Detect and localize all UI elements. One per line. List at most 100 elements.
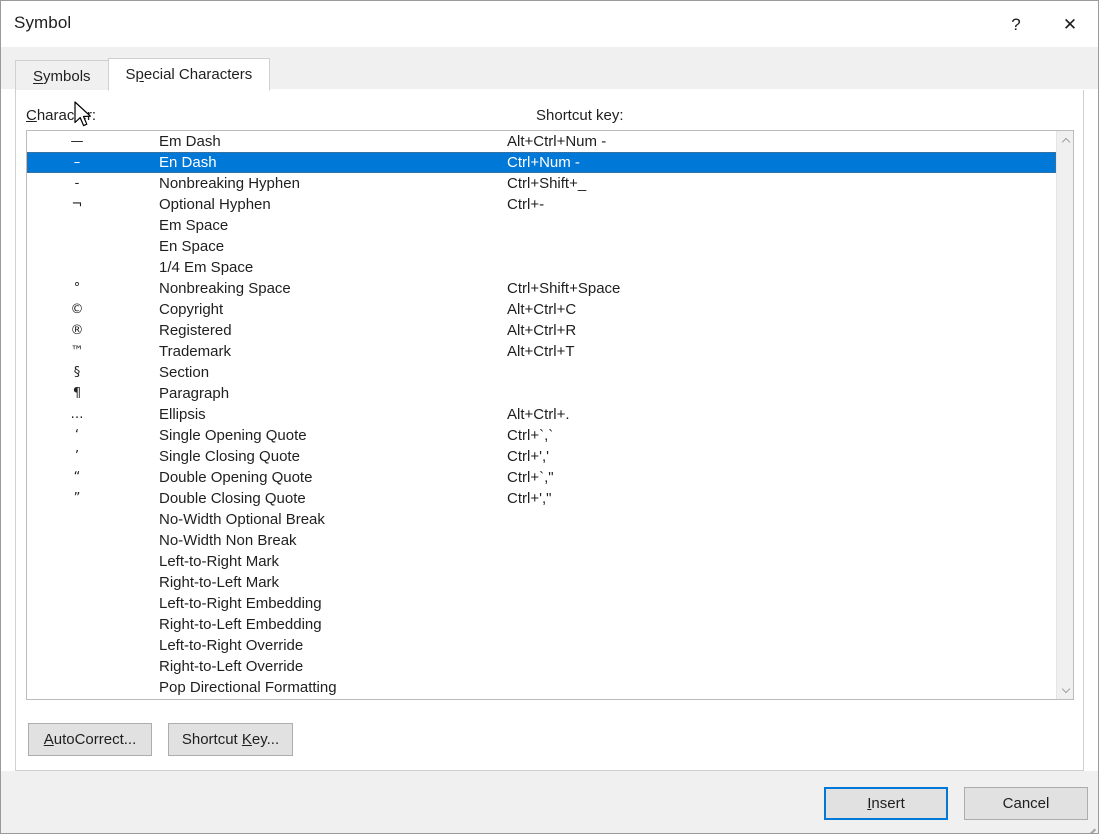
character-name: Left-to-Right Embedding	[127, 595, 507, 612]
character-name: Right-to-Left Override	[127, 658, 507, 675]
special-characters-panel: Character: Shortcut key: —Em DashAlt+Ctr…	[15, 90, 1084, 771]
list-item[interactable]: ™TrademarkAlt+Ctrl+T	[27, 341, 1056, 362]
list-item[interactable]: En Space	[27, 236, 1056, 257]
vertical-scrollbar[interactable]	[1056, 131, 1073, 699]
character-name: En Dash	[127, 154, 507, 171]
list-rows-container: —Em DashAlt+Ctrl+Num -–En DashCtrl+Num -…	[27, 131, 1056, 699]
character-name: Right-to-Left Mark	[127, 574, 507, 591]
character-shortcut: Ctrl+Shift+_	[507, 175, 1056, 192]
close-button[interactable]: ✕	[1047, 1, 1093, 47]
tab-symbols[interactable]: Symbols	[15, 60, 109, 91]
character-name: Paragraph	[127, 385, 507, 402]
list-item[interactable]: Left-to-Right Mark	[27, 551, 1056, 572]
scroll-down-arrow-icon[interactable]	[1057, 681, 1074, 698]
list-item[interactable]: No-Width Non Break	[27, 530, 1056, 551]
character-glyph: “	[27, 471, 127, 484]
character-name: Section	[127, 364, 507, 381]
character-glyph: ‘	[27, 429, 127, 442]
character-name: Trademark	[127, 343, 507, 360]
character-glyph: ™	[27, 345, 127, 358]
character-glyph: …	[27, 408, 127, 421]
character-name: No-Width Non Break	[127, 532, 507, 549]
insert-button[interactable]: Insert	[824, 787, 948, 820]
list-item[interactable]: Right-to-Left Override	[27, 656, 1056, 677]
list-item[interactable]: No-Width Optional Break	[27, 509, 1056, 530]
special-characters-listbox[interactable]: —Em DashAlt+Ctrl+Num -–En DashCtrl+Num -…	[26, 130, 1074, 700]
list-item[interactable]: –En DashCtrl+Num -	[27, 152, 1056, 173]
list-item[interactable]: Right-to-Left Mark	[27, 572, 1056, 593]
character-glyph: ”	[27, 492, 127, 505]
character-name: Nonbreaking Space	[127, 280, 507, 297]
close-icon: ✕	[1063, 16, 1077, 33]
autocorrect-button[interactable]: AutoCorrect...	[28, 723, 152, 756]
list-item[interactable]: ”Double Closing QuoteCtrl+',"	[27, 488, 1056, 509]
character-glyph: ¶	[27, 387, 127, 400]
tab-list: Symbols Special Characters	[15, 58, 269, 91]
character-shortcut: Ctrl+`,`	[507, 427, 1056, 444]
tab-special-characters[interactable]: Special Characters	[108, 58, 271, 91]
character-name: Em Space	[127, 217, 507, 234]
character-glyph: -	[27, 177, 127, 190]
chevron-down-icon	[1062, 686, 1070, 694]
dialog-footer: Insert Cancel	[1, 771, 1098, 833]
character-name: Double Closing Quote	[127, 490, 507, 507]
character-name: Nonbreaking Hyphen	[127, 175, 507, 192]
character-glyph: §	[27, 366, 127, 379]
character-shortcut: Ctrl+Shift+Space	[507, 280, 1056, 297]
title-bar: Symbol ? ✕	[1, 1, 1098, 47]
character-name: Copyright	[127, 301, 507, 318]
character-name: Em Dash	[127, 133, 507, 150]
character-name: 1/4 Em Space	[127, 259, 507, 276]
list-item[interactable]: §Section	[27, 362, 1056, 383]
character-shortcut: Alt+Ctrl+.	[507, 406, 1056, 423]
help-button[interactable]: ?	[993, 1, 1039, 47]
character-shortcut: Ctrl+-	[507, 196, 1056, 213]
character-shortcut: Alt+Ctrl+T	[507, 343, 1056, 360]
character-name: Optional Hyphen	[127, 196, 507, 213]
list-item[interactable]: ¶Paragraph	[27, 383, 1056, 404]
list-item[interactable]: ©CopyrightAlt+Ctrl+C	[27, 299, 1056, 320]
symbol-dialog: Symbol ? ✕ Symbols Special Characters Ch…	[0, 0, 1099, 834]
list-item[interactable]: 1/4 Em Space	[27, 257, 1056, 278]
list-item[interactable]: “Double Opening QuoteCtrl+`,"	[27, 467, 1056, 488]
list-item[interactable]: —Em DashAlt+Ctrl+Num -	[27, 131, 1056, 152]
character-shortcut: Alt+Ctrl+Num -	[507, 133, 1056, 150]
list-item[interactable]: Em Space	[27, 215, 1056, 236]
character-glyph: ’	[27, 450, 127, 463]
character-shortcut: Alt+Ctrl+C	[507, 301, 1056, 318]
character-name: Left-to-Right Override	[127, 637, 507, 654]
character-column-label: Character:	[26, 107, 96, 124]
cancel-button[interactable]: Cancel	[964, 787, 1088, 820]
character-glyph: —	[27, 135, 127, 148]
character-glyph: ®	[27, 324, 127, 337]
window-title: Symbol	[14, 13, 71, 33]
character-name: Registered	[127, 322, 507, 339]
question-mark-icon: ?	[1011, 16, 1020, 33]
list-item[interactable]: Left-to-Right Override	[27, 635, 1056, 656]
list-item[interactable]: Left-to-Right Embedding	[27, 593, 1056, 614]
character-glyph: ¬	[27, 198, 127, 211]
list-item[interactable]: ®RegisteredAlt+Ctrl+R	[27, 320, 1056, 341]
list-item[interactable]: ’Single Closing QuoteCtrl+','	[27, 446, 1056, 467]
character-name: No-Width Optional Break	[127, 511, 507, 528]
character-name: Single Opening Quote	[127, 427, 507, 444]
character-shortcut: Ctrl+','	[507, 448, 1056, 465]
list-item[interactable]: Pop Directional Formatting	[27, 677, 1056, 698]
list-item[interactable]: ‘Single Opening QuoteCtrl+`,`	[27, 425, 1056, 446]
character-shortcut: Alt+Ctrl+R	[507, 322, 1056, 339]
list-item[interactable]: …EllipsisAlt+Ctrl+.	[27, 404, 1056, 425]
list-item[interactable]: °Nonbreaking SpaceCtrl+Shift+Space	[27, 278, 1056, 299]
shortcut-key-button[interactable]: Shortcut Key...	[168, 723, 293, 756]
character-shortcut: Ctrl+Num -	[507, 154, 1056, 171]
character-name: Pop Directional Formatting	[127, 679, 507, 696]
list-item[interactable]: ¬Optional HyphenCtrl+-	[27, 194, 1056, 215]
character-name: Ellipsis	[127, 406, 507, 423]
character-glyph: –	[27, 156, 127, 169]
character-shortcut: Ctrl+',"	[507, 490, 1056, 507]
scroll-up-arrow-icon[interactable]	[1057, 132, 1074, 149]
character-name: Single Closing Quote	[127, 448, 507, 465]
character-name: En Space	[127, 238, 507, 255]
list-item[interactable]: Right-to-Left Embedding	[27, 614, 1056, 635]
character-name: Right-to-Left Embedding	[127, 616, 507, 633]
list-item[interactable]: -Nonbreaking HyphenCtrl+Shift+_	[27, 173, 1056, 194]
